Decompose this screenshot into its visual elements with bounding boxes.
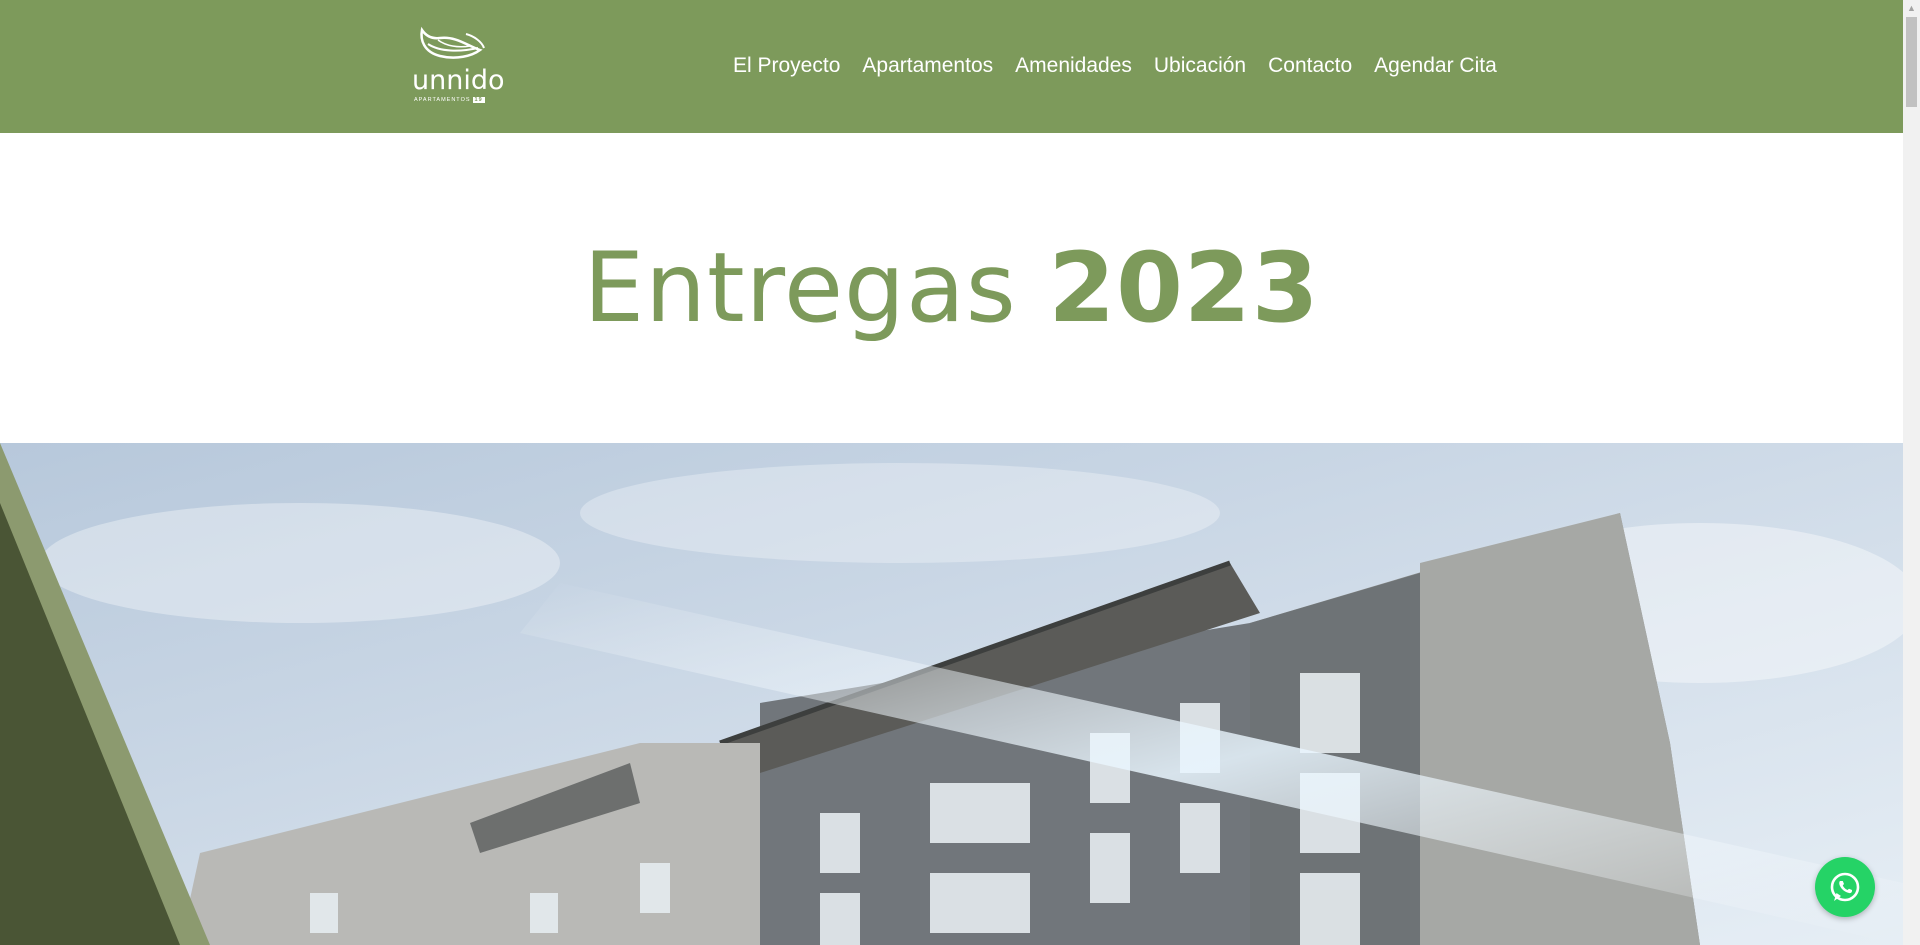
nav-el-proyecto[interactable]: El Proyecto — [733, 52, 840, 80]
whatsapp-button[interactable] — [1815, 857, 1875, 917]
building-photo — [0, 443, 1903, 945]
arrow-up-icon[interactable]: ▲ — [1903, 0, 1920, 17]
hero-section: Entregas 2023 — [0, 133, 1903, 443]
main-nav: El Proyecto Apartamentos Amenidades Ubic… — [733, 52, 1497, 80]
building-illustration — [0, 443, 1903, 945]
page-scrollbar[interactable]: ▲ — [1903, 0, 1920, 945]
scrollbar-thumb[interactable] — [1906, 17, 1917, 107]
nav-contacto[interactable]: Contacto — [1268, 52, 1352, 80]
hero-title-light: Entregas — [583, 232, 1017, 344]
nav-ubicacion[interactable]: Ubicación — [1154, 52, 1246, 80]
brand-logo[interactable]: unnido APARTAMENTOS 19 — [410, 26, 505, 108]
nav-agendar-cita[interactable]: Agendar Cita — [1374, 52, 1497, 80]
hero-title-bold: 2023 — [1048, 232, 1320, 344]
brand-subtitle-text: APARTAMENTOS — [414, 97, 471, 103]
hero-title: Entregas 2023 — [0, 233, 1903, 343]
nav-apartamentos[interactable]: Apartamentos — [862, 52, 993, 80]
whatsapp-icon — [1830, 872, 1860, 902]
nav-amenidades[interactable]: Amenidades — [1015, 52, 1132, 80]
brand-name: unnido — [412, 65, 505, 96]
site-header: unnido APARTAMENTOS 19 El Proyecto Aparta… — [0, 0, 1903, 133]
brand-subtitle: APARTAMENTOS 19 — [414, 97, 485, 103]
brand-badge: 19 — [472, 97, 485, 103]
